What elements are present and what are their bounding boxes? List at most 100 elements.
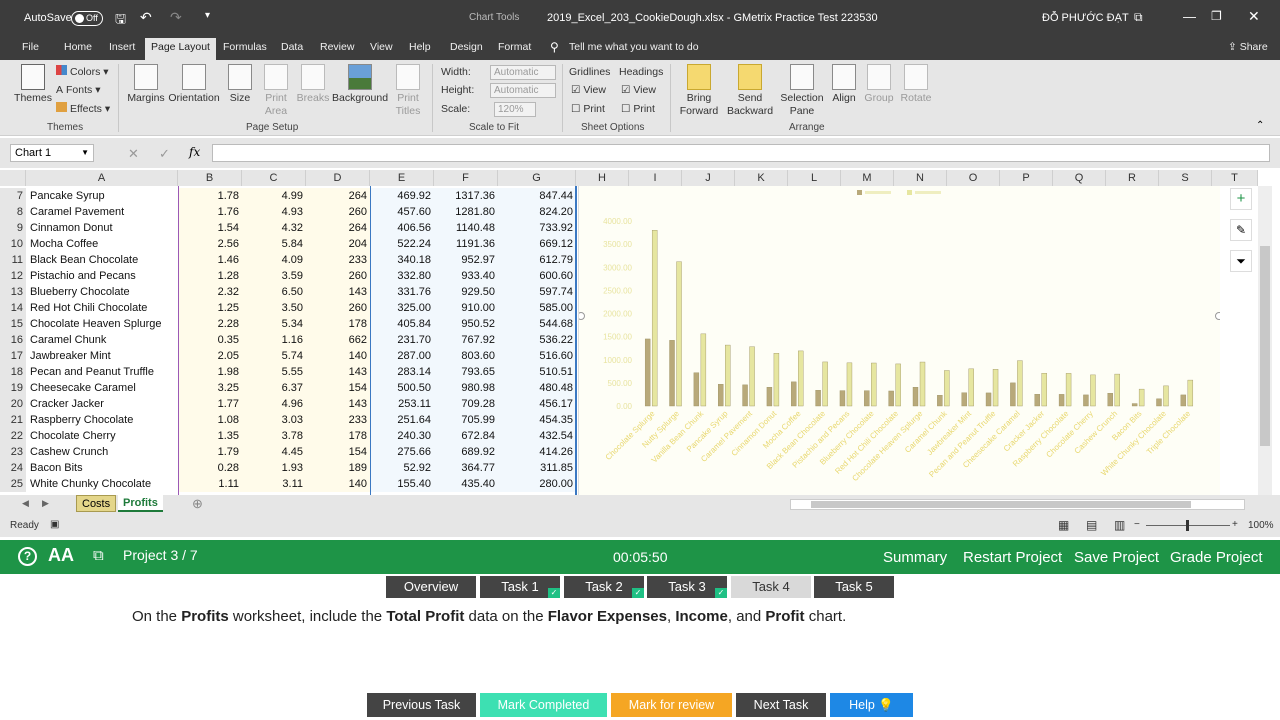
tab-task-4[interactable]: Task 4 <box>731 576 811 598</box>
column-header[interactable]: P <box>1000 170 1053 186</box>
tab-review[interactable]: Review <box>314 38 360 60</box>
page-layout-view-icon[interactable]: ▤ <box>1086 518 1097 532</box>
group-button[interactable]: Group <box>863 64 895 105</box>
table-cell[interactable]: Caramel Chunk <box>30 332 178 348</box>
table-cell[interactable]: Cheesecake Caramel <box>30 380 178 396</box>
table-cell[interactable]: 2.56 <box>178 236 242 252</box>
tab-formulas[interactable]: Formulas <box>217 38 273 60</box>
insert-function-icon[interactable]: fx <box>189 145 200 159</box>
row-header[interactable]: 19 <box>0 380 26 396</box>
row-header[interactable]: 11 <box>0 252 26 268</box>
table-cell[interactable]: 510.51 <box>498 364 576 380</box>
table-cell[interactable]: 536.22 <box>498 332 576 348</box>
table-cell[interactable]: 3.11 <box>242 476 306 492</box>
table-cell[interactable]: 204 <box>306 236 370 252</box>
table-cell[interactable]: 847.44 <box>498 188 576 204</box>
column-header[interactable]: A <box>26 170 178 186</box>
table-cell[interactable]: 5.34 <box>242 316 306 332</box>
scroll-thumb[interactable] <box>1260 246 1270 446</box>
table-cell[interactable]: 260 <box>306 300 370 316</box>
table-cell[interactable]: 4.96 <box>242 396 306 412</box>
help-circle-icon[interactable]: ? <box>18 547 37 566</box>
height-select[interactable]: Automatic <box>490 83 556 98</box>
table-cell[interactable]: 143 <box>306 396 370 412</box>
table-cell[interactable]: 662 <box>306 332 370 348</box>
table-cell[interactable]: 4.32 <box>242 220 306 236</box>
zoom-out-icon[interactable]: − <box>1134 519 1140 530</box>
bring-forward-button[interactable]: Bring Forward <box>676 64 722 118</box>
table-cell[interactable]: 253.11 <box>370 396 434 412</box>
table-cell[interactable]: 3.50 <box>242 300 306 316</box>
share-button[interactable]: ⇪ Share <box>1222 38 1274 60</box>
table-cell[interactable]: 480.48 <box>498 380 576 396</box>
table-cell[interactable]: 5.84 <box>242 236 306 252</box>
row-header[interactable]: 16 <box>0 332 26 348</box>
table-cell[interactable]: 6.37 <box>242 380 306 396</box>
table-cell[interactable]: 240.30 <box>370 428 434 444</box>
window-icon[interactable]: ⧉ <box>93 547 104 564</box>
table-cell[interactable]: 4.99 <box>242 188 306 204</box>
table-cell[interactable]: 0.28 <box>178 460 242 476</box>
scroll-right-icon[interactable]: ▶ <box>42 498 49 509</box>
table-cell[interactable]: 287.00 <box>370 348 434 364</box>
row-header[interactable]: 9 <box>0 220 26 236</box>
table-cell[interactable]: 435.40 <box>434 476 498 492</box>
column-header[interactable]: M <box>841 170 894 186</box>
table-cell[interactable]: 1.76 <box>178 204 242 220</box>
size-button[interactable]: Size <box>226 64 254 105</box>
tab-data[interactable]: Data <box>275 38 309 60</box>
table-cell[interactable]: 3.03 <box>242 412 306 428</box>
table-cell[interactable]: Bacon Bits <box>30 460 178 476</box>
tab-overview[interactable]: Overview <box>386 576 476 598</box>
gridlines-print-checkbox[interactable]: ☐ Print <box>571 103 605 115</box>
cancel-icon[interactable]: ✕ <box>128 146 139 162</box>
column-header[interactable]: K <box>735 170 788 186</box>
table-cell[interactable]: 1.35 <box>178 428 242 444</box>
table-cell[interactable]: 251.64 <box>370 412 434 428</box>
table-cell[interactable]: Chocolate Heaven Splurge <box>30 316 178 332</box>
table-cell[interactable]: 231.70 <box>370 332 434 348</box>
row-header[interactable]: 21 <box>0 412 26 428</box>
column-header[interactable]: J <box>682 170 735 186</box>
undo-icon[interactable]: ↶ <box>140 9 152 26</box>
row-header[interactable]: 10 <box>0 236 26 252</box>
column-header[interactable]: G <box>498 170 576 186</box>
table-cell[interactable]: 2.32 <box>178 284 242 300</box>
print-area-button[interactable]: Print Area <box>259 64 293 118</box>
effects-button[interactable]: Effects ▾ <box>56 102 110 115</box>
table-cell[interactable]: 143 <box>306 364 370 380</box>
row-header[interactable]: 12 <box>0 268 26 284</box>
table-cell[interactable]: 3.59 <box>242 268 306 284</box>
table-cell[interactable]: 4.93 <box>242 204 306 220</box>
mark-review-button[interactable]: Mark for review <box>611 693 732 717</box>
table-cell[interactable]: 0.35 <box>178 332 242 348</box>
row-header[interactable]: 14 <box>0 300 26 316</box>
table-cell[interactable]: 275.66 <box>370 444 434 460</box>
table-cell[interactable]: 516.60 <box>498 348 576 364</box>
table-cell[interactable]: Raspberry Chocolate <box>30 412 178 428</box>
table-cell[interactable]: 950.52 <box>434 316 498 332</box>
row-header[interactable]: 17 <box>0 348 26 364</box>
table-cell[interactable]: 933.40 <box>434 268 498 284</box>
table-cell[interactable]: 364.77 <box>434 460 498 476</box>
row-header[interactable]: 20 <box>0 396 26 412</box>
tell-me-input[interactable]: Tell me what you want to do <box>563 38 705 60</box>
table-cell[interactable]: 669.12 <box>498 236 576 252</box>
chart-filter-icon[interactable]: ⏷ <box>1230 250 1252 272</box>
send-backward-button[interactable]: Send Backward <box>726 64 774 118</box>
table-cell[interactable]: 432.54 <box>498 428 576 444</box>
table-cell[interactable]: 4.45 <box>242 444 306 460</box>
tab-task-5[interactable]: Task 5 <box>814 576 894 598</box>
table-cell[interactable]: 178 <box>306 428 370 444</box>
select-all-corner[interactable] <box>0 170 26 186</box>
chart-elements-button[interactable]: + <box>1230 188 1252 210</box>
macro-record-icon[interactable]: ▣ <box>50 519 59 530</box>
tab-page-layout[interactable]: Page Layout <box>145 38 216 60</box>
row-header[interactable]: 24 <box>0 460 26 476</box>
column-header[interactable]: E <box>370 170 434 186</box>
table-cell[interactable]: Jawbreaker Mint <box>30 348 178 364</box>
table-cell[interactable]: 5.55 <box>242 364 306 380</box>
table-cell[interactable]: 155.40 <box>370 476 434 492</box>
colors-button[interactable]: Colors ▾ <box>56 65 109 78</box>
formula-input[interactable] <box>212 144 1270 162</box>
